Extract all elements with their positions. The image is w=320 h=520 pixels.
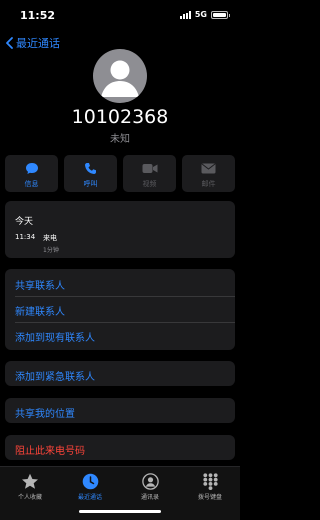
contact-label: 未知 — [110, 134, 130, 145]
recent-call-card: 今天 11:34 来电 1分钟 — [5, 201, 235, 258]
phone-number: 10102368 — [71, 106, 169, 128]
share-location-button[interactable]: 共享我的位置 — [15, 405, 75, 420]
location-card: 共享我的位置 — [5, 398, 235, 423]
phone-icon — [84, 161, 97, 175]
back-button[interactable]: 最近通话 — [6, 35, 60, 51]
block-caller-button[interactable]: 阻止此来电号码 — [15, 442, 85, 457]
tab-label: 通讯录 — [140, 494, 159, 501]
message-button[interactable]: 信息 — [5, 155, 58, 192]
recent-call-duration: 1分钟 — [43, 247, 59, 254]
status-bar: 11:52 5G — [0, 0, 240, 32]
network-type: 5G — [194, 10, 207, 19]
tab-label: 最近通话 — [77, 494, 102, 501]
video-label: 视频 — [142, 180, 157, 188]
message-icon — [25, 161, 39, 175]
create-contact-button[interactable]: 新建联系人 — [15, 303, 65, 318]
call-button[interactable]: 呼叫 — [64, 155, 117, 192]
divider — [15, 296, 235, 297]
clock-icon — [82, 472, 99, 490]
tab-label: 个人收藏 — [17, 494, 42, 501]
action-buttons: 信息 呼叫 视频 邮件 — [5, 155, 235, 192]
tab-contacts[interactable]: 通讯录 — [120, 472, 180, 501]
tab-label: 拨号键盘 — [197, 494, 222, 501]
home-indicator[interactable] — [79, 510, 161, 513]
contacts-icon — [141, 472, 159, 490]
video-icon — [142, 161, 158, 175]
tab-favorites[interactable]: 个人收藏 — [0, 472, 60, 501]
back-label: 最近通话 — [16, 37, 60, 50]
divider — [15, 322, 235, 323]
mail-icon — [201, 161, 216, 175]
signal-icon — [179, 10, 191, 19]
person-icon — [101, 60, 139, 97]
status-time: 11:52 — [20, 9, 56, 22]
mail-button[interactable]: 邮件 — [182, 155, 235, 192]
status-indicators: 5G — [179, 10, 230, 19]
mail-label: 邮件 — [201, 180, 216, 188]
recent-call-type: 来电 — [43, 234, 57, 242]
tab-keypad[interactable]: 拨号键盘 — [180, 472, 240, 501]
star-icon — [21, 472, 39, 490]
recent-call-time: 11:34 — [15, 233, 36, 241]
chevron-left-icon — [6, 37, 13, 49]
keypad-icon — [202, 472, 218, 490]
call-label: 呼叫 — [83, 180, 98, 188]
share-contact-button[interactable]: 共享联系人 — [15, 277, 65, 292]
message-label: 信息 — [24, 180, 39, 188]
recent-date-title: 今天 — [15, 217, 34, 227]
emergency-card: 添加到紧急联系人 — [5, 361, 235, 386]
battery-icon — [211, 10, 230, 19]
add-emergency-contact-button[interactable]: 添加到紧急联系人 — [15, 368, 95, 383]
video-button[interactable]: 视频 — [123, 155, 176, 192]
add-to-existing-contact-button[interactable]: 添加到现有联系人 — [15, 329, 95, 344]
avatar — [93, 49, 147, 103]
block-card: 阻止此来电号码 — [5, 435, 235, 460]
tab-recents[interactable]: 最近通话 — [60, 472, 120, 501]
contact-options-card: 共享联系人 新建联系人 添加到现有联系人 — [5, 269, 235, 350]
